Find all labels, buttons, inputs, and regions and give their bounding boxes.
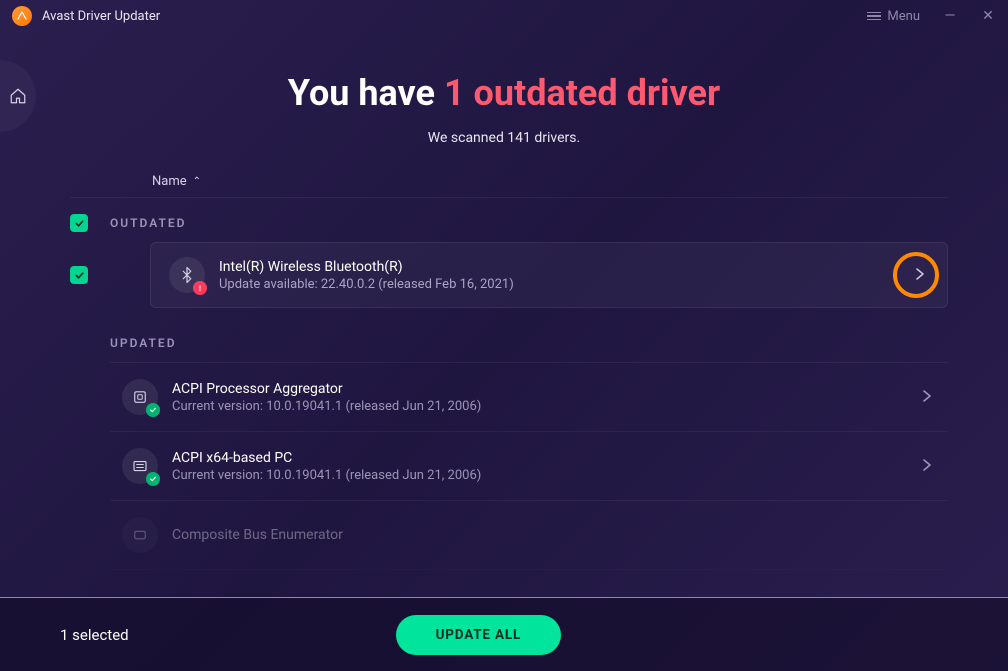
headline-prefix: You have xyxy=(288,72,444,114)
driver-name: Intel(R) Wireless Bluetooth(R) xyxy=(219,259,897,275)
warning-badge-icon xyxy=(193,281,207,295)
home-icon[interactable] xyxy=(9,87,27,105)
expand-chevron-icon[interactable] xyxy=(918,384,936,411)
updated-driver-row[interactable]: ACPI x64-based PC Current version: 10.0.… xyxy=(110,432,948,501)
driver-name: ACPI Processor Aggregator xyxy=(172,381,904,397)
titlebar: Avast Driver Updater Menu — ✕ xyxy=(0,0,1008,32)
ok-badge-icon xyxy=(146,403,160,417)
outdated-label: OUTDATED xyxy=(110,216,186,230)
titlebar-right: Menu — ✕ xyxy=(867,8,996,24)
outdated-section-header: OUTDATED xyxy=(70,198,948,242)
footer-bar: 1 selected UPDATE ALL xyxy=(0,597,1008,671)
minimize-button[interactable]: — xyxy=(942,8,958,24)
outdated-select-all-checkbox[interactable] xyxy=(70,214,88,232)
updated-driver-row[interactable]: Composite Bus Enumerator xyxy=(110,501,948,570)
expand-chevron-icon[interactable] xyxy=(911,262,929,289)
titlebar-left: Avast Driver Updater xyxy=(12,6,160,26)
menu-button[interactable]: Menu xyxy=(867,9,920,24)
avast-logo xyxy=(12,6,32,26)
updated-label: UPDATED xyxy=(110,336,948,363)
driver-name: Composite Bus Enumerator xyxy=(172,527,936,543)
expand-chevron-icon[interactable] xyxy=(918,453,936,480)
page-subhead: We scanned 141 drivers. xyxy=(60,130,948,146)
ok-badge-icon xyxy=(146,472,160,486)
bluetooth-icon xyxy=(169,257,205,293)
close-button[interactable]: ✕ xyxy=(980,8,996,24)
updated-section: UPDATED ACPI Processor Aggregator Curren… xyxy=(110,336,948,570)
update-all-button[interactable]: UPDATE ALL xyxy=(396,615,562,655)
updated-driver-row[interactable]: ACPI Processor Aggregator Current versio… xyxy=(110,363,948,432)
driver-detail: Current version: 10.0.19041.1 (released … xyxy=(172,468,904,483)
page-headline: You have 1 outdated driver xyxy=(60,72,948,114)
column-name[interactable]: Name ⌃ xyxy=(152,174,201,189)
main-content: You have 1 outdated driver We scanned 14… xyxy=(0,32,1008,570)
driver-checkbox[interactable] xyxy=(70,266,88,284)
processor-icon xyxy=(122,379,158,415)
driver-list: Name ⌃ OUTDATED xyxy=(60,174,948,570)
hamburger-icon xyxy=(867,12,881,21)
driver-name: ACPI x64-based PC xyxy=(172,450,904,466)
driver-detail: Current version: 10.0.19041.1 (released … xyxy=(172,399,904,414)
menu-label: Menu xyxy=(887,9,920,24)
selected-count: 1 selected xyxy=(60,626,129,644)
outdated-driver-card[interactable]: Intel(R) Wireless Bluetooth(R) Update av… xyxy=(150,242,948,308)
motherboard-icon xyxy=(122,448,158,484)
headline-highlight: 1 outdated driver xyxy=(444,72,720,114)
outdated-driver-row: Intel(R) Wireless Bluetooth(R) Update av… xyxy=(70,242,948,308)
bus-icon xyxy=(122,517,158,553)
column-header: Name ⌃ xyxy=(70,174,948,198)
sort-asc-icon: ⌃ xyxy=(193,176,201,187)
app-title: Avast Driver Updater xyxy=(42,9,160,24)
driver-detail: Update available: 22.40.0.2 (released Fe… xyxy=(219,277,897,292)
